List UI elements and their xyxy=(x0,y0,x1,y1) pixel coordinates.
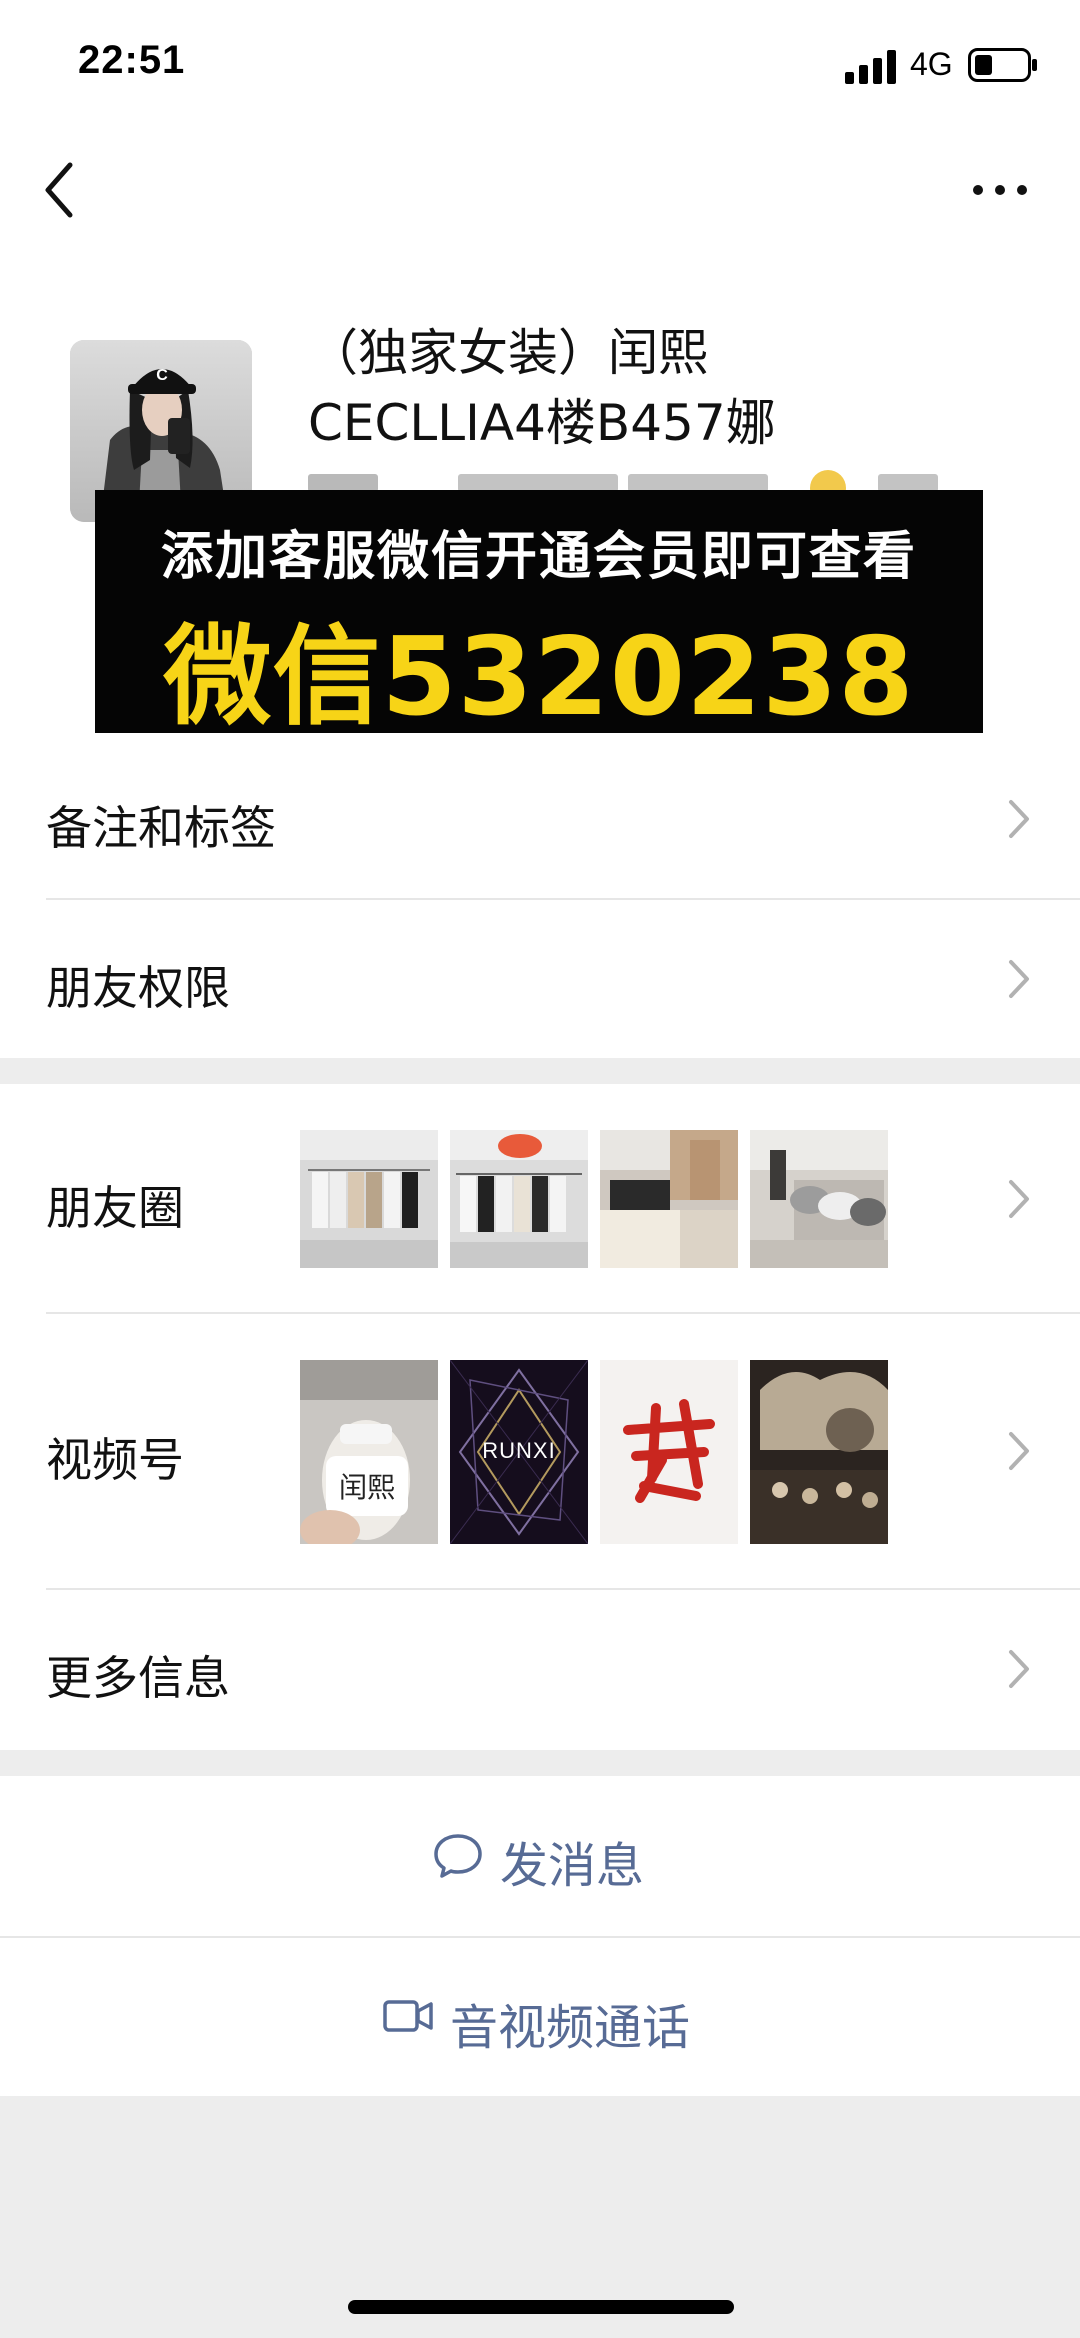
chevron-right-icon xyxy=(1009,1432,1029,1470)
profile-subline xyxy=(308,462,968,492)
ellipsis-icon[interactable] xyxy=(970,170,1030,210)
moments-thumbnail xyxy=(750,1130,888,1268)
remarks-tags-label: 备注和标签 xyxy=(46,801,276,855)
profile-name: （独家女装）闰熙 CECLLIA4楼B457娜 xyxy=(308,318,1048,458)
profile-name-line-1: （独家女装）闰熙 xyxy=(308,324,708,382)
friend-permissions-label: 朋友权限 xyxy=(46,961,230,1015)
moments-thumbnail xyxy=(600,1130,738,1268)
chevron-left-icon[interactable] xyxy=(40,155,80,225)
home-indicator xyxy=(348,2300,734,2314)
chevron-right-icon xyxy=(1009,1180,1029,1218)
status-time: 22:51 xyxy=(78,38,186,82)
more-info-row[interactable]: 更多信息 xyxy=(0,1590,1080,1750)
moments-label: 朋友圈 xyxy=(46,1181,184,1235)
channels-thumb-text: 闰熙 xyxy=(338,1471,395,1504)
video-camera-icon xyxy=(383,2000,433,2032)
chevron-right-icon xyxy=(1009,800,1029,838)
moments-thumbnail xyxy=(300,1130,438,1268)
promo-line-1: 添加客服微信开通会员即可查看 xyxy=(160,527,917,587)
network-label: 4G xyxy=(910,46,953,82)
channels-row[interactable]: 视频号 闰熙 RUNXI xyxy=(0,1314,1080,1588)
promo-line-2: 微信5320238 xyxy=(163,615,915,740)
battery-icon xyxy=(968,48,1037,82)
remarks-tags-row[interactable]: 备注和标签 xyxy=(0,738,1080,898)
send-message-button[interactable]: 发消息 xyxy=(0,1776,1080,1936)
video-call-label: 音视频通话 xyxy=(450,2000,691,2056)
promo-banner: 添加客服微信开通会员即可查看 微信5320238 xyxy=(95,490,983,740)
channels-thumbnail xyxy=(750,1360,888,1544)
video-call-button[interactable]: 音视频通话 xyxy=(0,1938,1080,2096)
more-info-label: 更多信息 xyxy=(46,1651,230,1705)
chat-bubble-icon xyxy=(434,1834,482,1878)
moments-thumbnail xyxy=(450,1130,588,1268)
channels-thumbnail: RUNXI xyxy=(450,1360,588,1544)
friend-permissions-row[interactable]: 朋友权限 xyxy=(0,900,1080,1058)
signal-icon xyxy=(845,50,896,84)
send-message-label: 发消息 xyxy=(500,1838,645,1894)
channels-thumbnail xyxy=(600,1360,738,1544)
channels-thumbnail: 闰熙 xyxy=(300,1360,438,1544)
profile-name-line-2: CECLLIA4楼B457娜 xyxy=(308,394,776,452)
channels-thumb-text: RUNXI xyxy=(482,1438,556,1463)
chevron-right-icon xyxy=(1009,960,1029,998)
svg-text:C: C xyxy=(156,367,168,384)
channels-label: 视频号 xyxy=(46,1433,184,1487)
moments-row[interactable]: 朋友圈 xyxy=(0,1084,1080,1312)
chevron-right-icon xyxy=(1009,1650,1029,1688)
